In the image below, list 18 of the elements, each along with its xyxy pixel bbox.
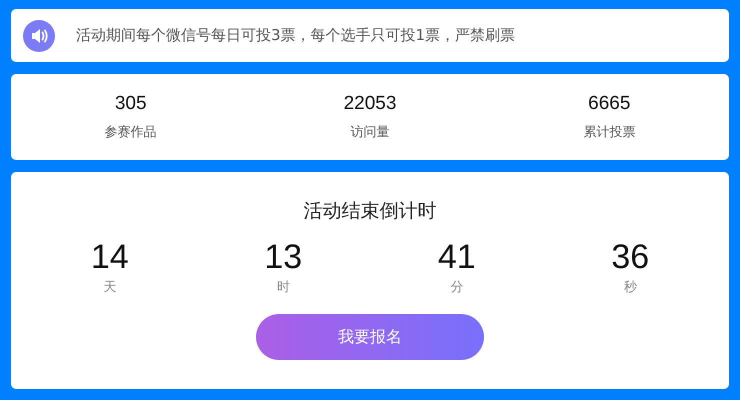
countdown-value: 36 (611, 238, 650, 276)
countdown-unit: 秒 (624, 279, 637, 296)
signup-button[interactable]: 我要报名 (256, 314, 484, 360)
stat-label: 累计投票 (583, 124, 636, 141)
countdown-unit: 天 (103, 279, 116, 296)
stat-value: 22053 (344, 93, 396, 115)
countdown-value: 14 (90, 238, 129, 276)
stat-value: 6665 (588, 93, 630, 115)
notice-text: 活动期间每个微信号每日可投3票，每个选手只可投1票，严禁刷票 (76, 26, 516, 45)
countdown-value: 13 (264, 238, 302, 276)
stat-label: 访问量 (350, 124, 390, 141)
countdown-value: 41 (438, 238, 476, 276)
countdown-unit: 时 (276, 279, 290, 296)
stat-label: 参赛作品 (104, 124, 157, 141)
countdown-title: 活动结束倒计时 (304, 199, 436, 224)
stat-value: 305 (114, 93, 147, 115)
countdown-unit: 分 (450, 279, 464, 296)
speaker-icon (23, 20, 55, 52)
